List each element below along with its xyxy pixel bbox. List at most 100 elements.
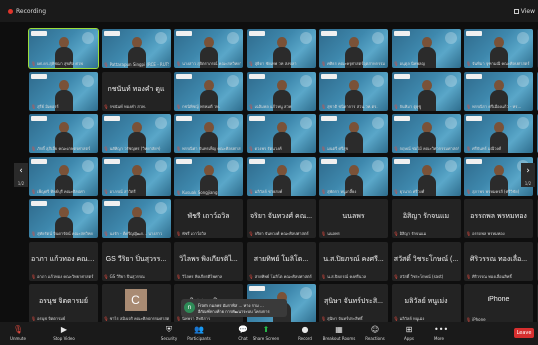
muted-microphone-icon: 🎙 (393, 146, 399, 151)
participant-display-name: อิสิญา รักจนแม (402, 213, 450, 220)
participant-tile[interactable]: 🎙 ผศ.ดร.สุพิชฌา สุขศิล ศวพ (28, 28, 99, 69)
next-page-button[interactable]: › 1/2 (521, 163, 535, 187)
participant-name: พัชรี เถาว์อวิล (182, 231, 207, 236)
participant-display-name: สวัสดิ์ วิชระโกษณ์ (... (393, 255, 459, 263)
participant-tile[interactable]: 🎙 นยัทิญา วรัชญพร (วิทยาลัยฯ) (101, 114, 171, 153)
participant-tile[interactable]: 🎙 Kusuak Songjiang (174, 156, 243, 196)
previous-page-button[interactable]: ‹ 1/2 (14, 163, 28, 187)
participant-tile[interactable]: 🎙 สุธิดา ชัยเทพ วท สงขลา (246, 29, 316, 68)
participants-button[interactable]: 👥 Participants (185, 325, 213, 341)
chat-button-label: Chat (238, 336, 248, 341)
participant-name-label: 🎙 วิไลพร พิงเกียรติไพศาล (176, 273, 241, 280)
participant-name: มลิวัลย์ ชายสงค์ (254, 188, 283, 194)
participant-tile[interactable]: 🎙 ศศิธร คณะครุศาสตร์อุตสาหกรรม (319, 29, 388, 68)
breakout-rooms-button[interactable]: ▦ Breakout Rooms (319, 325, 359, 341)
virtual-background-logo-icon (176, 73, 192, 79)
participant-tile[interactable]: 🎙 เฉลิมพล แก้วหนู สวพ (246, 71, 316, 111)
virtual-background-logo-icon (176, 116, 192, 121)
participant-tile[interactable]: กชนันท์ ทองคำ ดูแ 🎙 กชนันท์ ทองคำ สวพ. (101, 71, 171, 111)
virtual-background-logo-icon (393, 116, 410, 121)
participant-tile[interactable]: 🎙 ภักดิ์ สุภิเลี่ย คณะเกษตรศาสตร์ (29, 114, 98, 153)
participant-tile[interactable]: 🎙 อนุตุล นิพพลญ (391, 29, 461, 68)
participant-tile[interactable]: วิไลพร พิงเกียรติไ... 🎙 วิไลพร พิงเกียรติไ… (174, 241, 243, 281)
participant-display-name: น.ส.ปิยภรณ์ คงศรี... (323, 255, 384, 263)
participant-name-label: 🎙 มลิวัลย์ หนูเม่ง (394, 315, 459, 322)
participant-tile[interactable]: 🎙 สุรีย์ มิเคอรร์ (29, 71, 98, 111)
muted-microphone-icon: 🎙 (176, 61, 182, 66)
participant-tile[interactable]: 🎙 พรรณิศา จันทรเพ็ญ คณะศิลปศาสตร์ (174, 114, 243, 153)
record-button[interactable]: ● Record (291, 325, 319, 341)
participant-tile[interactable]: 🎙 กชนิพิชญ์ พรหมดี วท. (174, 71, 243, 111)
zoom-meeting-window: Recording View 🎙 ผศ.ดร.สุพิชฌา สุขศิล ศวพ… (0, 0, 538, 345)
muted-microphone-icon: 🎙 (103, 103, 109, 109)
background-decoration-icon (82, 159, 94, 172)
smiley-icon: ☺ (370, 325, 380, 334)
participant-name: Kusuak Songjiang (182, 189, 218, 195)
participant-tile[interactable]: อรรถพล พรหมทอง 🎙 อรรถพล พรหมทอง (464, 199, 533, 238)
participant-tile[interactable]: 🎙นางสาว สุจิตราภรณ์ คณะสหวิทยาการ (174, 29, 243, 68)
participant-tile[interactable]: 🎙 ศรีจันทร์ มณีวงศ์ (464, 114, 533, 153)
participant-name: สุภาพร พรหมครส์ (ศรีวิชัย) (472, 188, 520, 194)
participant-tile[interactable]: 🎙 ยุวนาถ ศรีวงศ์ (391, 156, 461, 196)
participant-tile[interactable]: จริยา จันทวงศ์ คณ... 🎙 จริยา จันทวงศ์ คณะศ… (246, 199, 316, 238)
reactions-button[interactable]: ☺ Reactions (361, 325, 389, 341)
participant-tile[interactable]: 🎙 สุทัยรัตน์ จินดารัตน์ คณะสหวิทย (29, 199, 98, 238)
participant-tile[interactable]: 🎙 จันทิมา จุฑามณี คณะศิลปศาสตร์ (464, 29, 533, 68)
participant-tile[interactable]: 🎙 มนตรี ศรีสุข (319, 114, 388, 153)
virtual-background-logo-icon (176, 31, 192, 36)
participant-tile[interactable]: iPhone 🎙 iPhone (464, 284, 533, 323)
share-screen-button[interactable]: ⬆ Share Screen (252, 325, 280, 341)
participant-tile[interactable]: 🎙 สุชาติ ชนิดาการ สวน.วท.ตร. (319, 71, 388, 111)
background-decoration-icon (227, 159, 239, 172)
more-button[interactable]: ••• More (425, 325, 453, 341)
participant-tile[interactable]: สวัสดิ์ วิชระโกษณ์ (... 🎙 สวัสดิ์ วิชระโกษ… (391, 241, 461, 281)
virtual-background-logo-icon (31, 158, 47, 164)
participant-tile[interactable]: มลิวัลย์ หนูเม่ง 🎙 มลิวัลย์ หนูเม่ง (391, 284, 461, 323)
leave-button[interactable]: Leave (514, 328, 534, 338)
participant-name: สุทัยรัตน์ จินดารัตน์ คณะสหวิทย (37, 231, 93, 236)
participant-name-label: 🎙 อาภา แก้วทอง คณะวิทยาศาสตร์ (31, 273, 96, 280)
participant-tile[interactable]: น.ส.ปิยภรณ์ คงศรี... 🎙 น.ส.ปิยภรณ์ คงศรีนว… (319, 241, 388, 281)
apps-button[interactable]: ⊞ Apps (395, 325, 423, 341)
security-button[interactable]: ⛨ Security (155, 325, 183, 341)
participant-name: ดวงพร รัตนวงศ์ (254, 146, 282, 151)
muted-microphone-icon: 🎙 (31, 146, 37, 151)
participant-tile[interactable]: นนลพร 🎙 นนลพร (319, 199, 388, 238)
background-decoration-icon (299, 117, 312, 129)
participant-tile[interactable]: อิสิญา รักจนแม 🎙 อิสิญา รักจนแม (391, 199, 461, 238)
participant-tile[interactable]: 🎙 Pattarapun Singpi (RCE - RUTS) (101, 29, 171, 68)
participant-tile[interactable]: 🎙 จันทิมา ตูยุซู (391, 71, 461, 111)
stop-video-button[interactable]: ▶ Stop Video (50, 325, 78, 341)
background-decoration-icon (299, 287, 312, 299)
virtual-background-logo-icon (466, 31, 482, 36)
page-indicator-left: 1/2 (17, 181, 25, 186)
view-button[interactable]: View (513, 8, 535, 15)
muted-microphone-icon: 🎙 (393, 273, 399, 279)
participant-tile[interactable]: อรนุช จิตตารมย์ 🎙 อรนุช จิตตารมย์ (29, 284, 98, 323)
participant-tile[interactable]: 🎙 พรรณิรา ศรีเมืองแก้ว - ทร... (464, 71, 533, 111)
participant-tile[interactable]: 🎙 สุพัตรา หนูเกลี้ยง (319, 156, 388, 196)
participant-tile[interactable]: พัชรี เถาว์อวิล 🎙 พัชรี เถาว์อวิล (174, 199, 243, 238)
unmute-button[interactable]: 🎙 Unmute (4, 325, 32, 341)
participant-tile[interactable]: ศิริวรรณ ทองเลื่อ... 🎙 ศิริวรรณ ทองเลื่อนส… (464, 241, 533, 281)
recording-indicator[interactable]: Recording (8, 8, 46, 15)
participant-name-label: 🎙 อนุตุล นิพพลญ (394, 60, 459, 67)
participant-tile[interactable]: 🎙 กฤษณ์ ช่อไม้ คณะวิศวกรรมศาสตร์ (391, 114, 461, 153)
participant-tile[interactable]: สุนิษา จันทร์ประสิ... 🎙 สุนิษา จันทร์ประสิ… (319, 284, 388, 323)
participant-tile[interactable]: 🎙 เพ็ญศรี ทิพย์บุรี คณะศิลปศา (29, 156, 98, 196)
participant-tile[interactable]: 🎙 นงรัก - ดีศรีญญัฒภ... นางสาว (101, 199, 171, 238)
participant-tile[interactable]: C 🎙 ชาไร สมิงเจริ คณะศิลปกรรมศาสตร์ (101, 284, 171, 323)
participant-name: พรรณิศา จันทรเพ็ญ คณะศิลปศาสตร์ (182, 146, 241, 151)
participant-tile[interactable]: 🎙 ดวงพร รัตนวงศ์ (246, 114, 316, 153)
background-decoration-icon (372, 74, 384, 87)
participant-tile[interactable]: สายทิพย์ โมลิโต... 🎙 สายทิพย์ โมลิโต คณะศิ… (246, 241, 316, 281)
participant-tile[interactable]: GS วีริยา ปิ่นสุวรร... 🎙 GS วีริยา ปิ่นสุว… (101, 241, 171, 281)
participant-tile[interactable]: 🎙 มลิวัลย์ ชายสงค์ (246, 156, 316, 196)
muted-microphone-icon: 🎙 (248, 61, 254, 66)
meeting-toolbar: Leave 🎙 Unmute ▶ Stop Video ⛨ Security 👥 Partic… (0, 322, 538, 345)
virtual-background-logo-icon (176, 158, 192, 164)
participant-tile[interactable]: อาภา แก้วทอง คณะ... 🎙 อาภา แก้วทอง คณะวิทย… (29, 241, 98, 281)
chat-notification[interactable]: n From กมลพร อัมราพิส ... ทาง ราม ... อี… (181, 299, 287, 317)
participant-tile[interactable]: 🎙 อาภรณ์ สาวิตรี (101, 156, 171, 196)
participant-name-label: 🎙 นนลพร (321, 230, 386, 237)
